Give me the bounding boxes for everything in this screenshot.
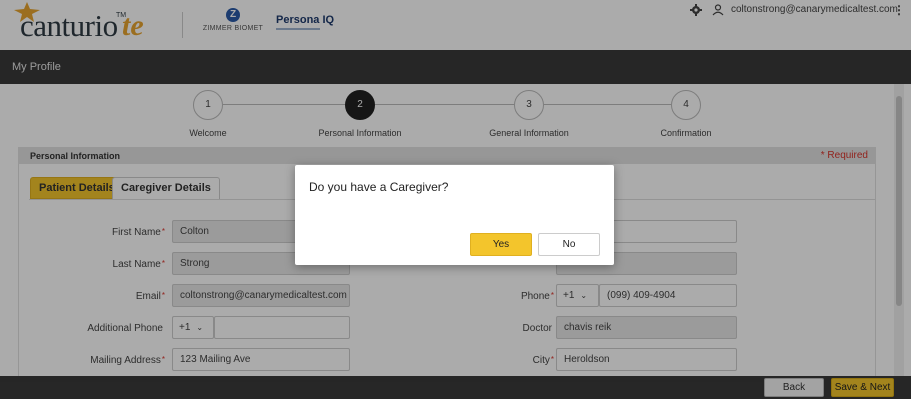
caregiver-dialog: Do you have a Caregiver? Yes No — [295, 165, 614, 265]
dialog-question: Do you have a Caregiver? — [309, 180, 449, 194]
yes-button[interactable]: Yes — [470, 233, 532, 256]
no-button[interactable]: No — [538, 233, 600, 256]
